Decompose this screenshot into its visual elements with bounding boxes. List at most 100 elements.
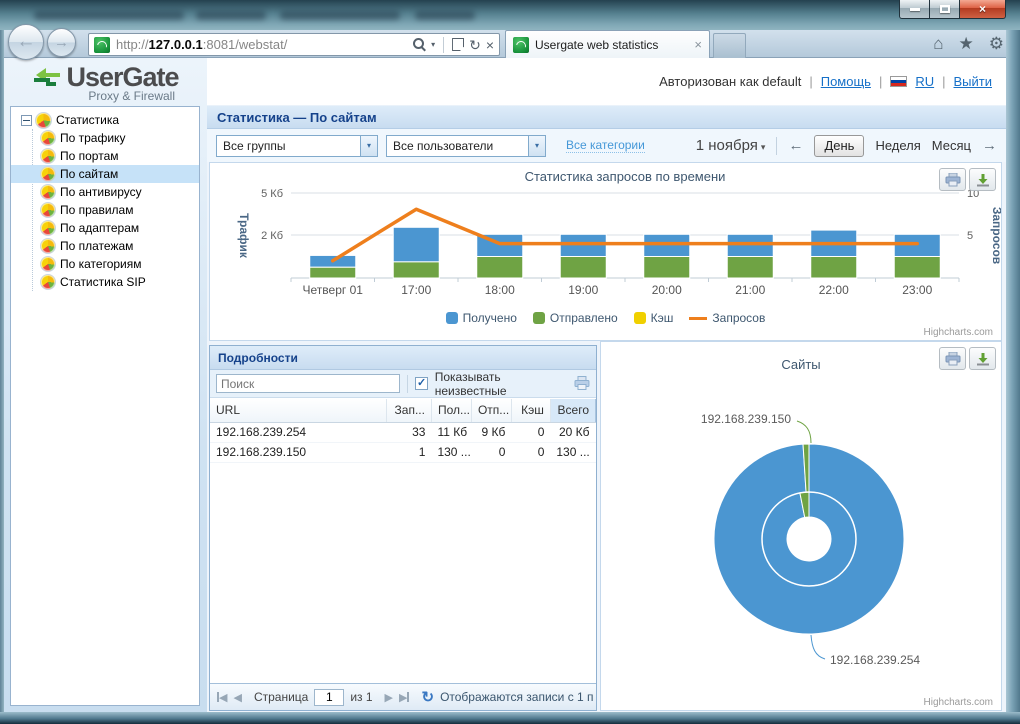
main-area: Авторизован как default | Помощь | RU | … <box>207 58 1006 712</box>
blurred-title-text <box>415 11 475 20</box>
window-titlebar: × <box>0 0 1020 30</box>
svg-text:21:00: 21:00 <box>735 283 765 297</box>
next-page-button[interactable]: ▶ <box>385 691 393 704</box>
sidebar-item-5[interactable]: По правилам <box>11 201 199 219</box>
prev-page-button[interactable]: ◀ <box>233 691 241 704</box>
legend-item[interactable]: Получено <box>446 311 517 325</box>
sites-pie-chart: 192.168.239.150 192.168.239.254 <box>601 342 1001 710</box>
table-row[interactable]: 192.168.239.1501130 ...00130 ... <box>210 442 596 462</box>
date-picker[interactable]: 1 ноября▾ <box>696 137 766 154</box>
value-cell: 1 <box>386 442 431 462</box>
next-period-button[interactable]: → <box>982 137 997 154</box>
sidebar-item-7[interactable]: По платежам <box>11 237 199 255</box>
pie-chart-icon <box>41 167 55 181</box>
tab-close-icon[interactable]: × <box>694 38 702 51</box>
sidebar-item-8[interactable]: По категориям <box>11 255 199 273</box>
chart-legend: Получено Отправлено Кэш Запросов <box>210 311 1001 325</box>
svg-text:5: 5 <box>967 230 973 242</box>
sidebar-item-9[interactable]: Статистика SIP <box>11 273 199 291</box>
column-header-2[interactable]: Зап... <box>386 399 431 422</box>
prev-period-button[interactable]: ← <box>788 137 803 154</box>
blurred-title-text <box>280 11 400 20</box>
maximize-button[interactable] <box>930 0 960 19</box>
legend-swatch <box>446 312 458 324</box>
svg-text:19:00: 19:00 <box>568 283 598 297</box>
refresh-icon[interactable]: ↻ <box>469 38 481 52</box>
tree-root-statistics[interactable]: Статистика <box>11 111 199 129</box>
forward-button[interactable]: → <box>47 28 76 57</box>
pie-chart-icon <box>41 239 55 253</box>
pie-chart-icon <box>41 221 55 235</box>
export-chart-button[interactable] <box>969 347 996 370</box>
back-button[interactable]: ← <box>8 24 44 60</box>
legend-label: Кэш <box>651 311 674 325</box>
first-page-button[interactable]: ◀ <box>217 691 227 704</box>
week-range-button[interactable]: Неделя <box>875 138 920 153</box>
sidebar-item-1[interactable]: По трафику <box>11 129 199 147</box>
close-window-button[interactable]: × <box>960 0 1006 19</box>
legend-item[interactable]: Отправлено <box>533 311 618 325</box>
legend-swatch <box>634 312 646 324</box>
search-icon[interactable] <box>413 38 426 51</box>
table-header-row[interactable]: URLЗап...Пол...Отп...КэшВсего <box>210 399 596 422</box>
legend-item[interactable]: Кэш <box>634 311 674 325</box>
search-caret-icon[interactable]: ▾ <box>431 40 435 49</box>
separator: | <box>942 74 945 89</box>
print-chart-button[interactable] <box>939 347 966 370</box>
browser-tab[interactable]: Usergate web statistics × <box>505 30 710 58</box>
printer-icon <box>945 173 961 187</box>
refresh-grid-icon[interactable]: ↻ <box>421 688 434 706</box>
column-header-5[interactable]: Кэш <box>511 399 550 422</box>
value-cell: 0 <box>471 442 511 462</box>
users-select[interactable]: Все пользователи ▾ <box>386 135 546 157</box>
day-range-button[interactable]: День <box>814 135 864 157</box>
tree: СтатистикаПо трафикуПо портамПо сайтамПо… <box>11 107 199 291</box>
minimize-button[interactable] <box>899 0 930 19</box>
groups-select[interactable]: Все группы ▾ <box>216 135 378 157</box>
new-tab-button[interactable] <box>713 33 746 58</box>
pie-label: 192.168.239.254 <box>830 653 920 667</box>
page-number-input[interactable] <box>314 689 344 706</box>
print-table-icon[interactable] <box>574 376 590 391</box>
print-chart-button[interactable] <box>939 168 966 191</box>
sidebar-item-2[interactable]: По портам <box>11 147 199 165</box>
help-link[interactable]: Помощь <box>821 74 871 89</box>
home-icon[interactable]: ⌂ <box>933 35 943 52</box>
value-cell: 20 Кб <box>550 422 595 442</box>
language-link[interactable]: RU <box>915 74 934 89</box>
categories-link[interactable]: Все категории <box>566 138 645 153</box>
pie-label: 192.168.239.150 <box>701 412 791 426</box>
sidebar-item-6[interactable]: По адаптерам <box>11 219 199 237</box>
window-border-left <box>0 30 4 724</box>
table-row[interactable]: 192.168.239.2543311 Кб9 Кб020 Кб <box>210 422 596 442</box>
compatibility-view-icon[interactable] <box>452 38 464 51</box>
sidebar-item-4[interactable]: По антивирусу <box>11 183 199 201</box>
blurred-title-text <box>196 11 266 20</box>
search-input[interactable] <box>216 374 400 393</box>
logout-link[interactable]: Выйти <box>954 74 993 89</box>
url-text[interactable]: http://127.0.0.1:8081/webstat/ <box>116 37 413 52</box>
maximize-icon <box>940 5 950 13</box>
settings-gear-icon[interactable]: ⚙ <box>989 35 1004 52</box>
value-cell: 0 <box>511 442 550 462</box>
column-header-6[interactable]: Всего <box>550 399 595 422</box>
month-range-button[interactable]: Месяц <box>932 138 971 153</box>
svg-text:17:00: 17:00 <box>401 283 431 297</box>
address-bar[interactable]: http://127.0.0.1:8081/webstat/ ▾ ↻ × <box>88 33 500 56</box>
chevron-down-icon[interactable]: ▾ <box>360 136 377 156</box>
chevron-down-icon[interactable]: ▾ <box>528 136 545 156</box>
pie-chart-icon <box>41 149 55 163</box>
legend-item[interactable]: Запросов <box>689 311 765 325</box>
favorites-star-icon[interactable]: ★ <box>959 35 974 52</box>
column-header-4[interactable]: Отп... <box>471 399 511 422</box>
column-header-1[interactable]: URL <box>210 399 386 422</box>
column-header-3[interactable]: Пол... <box>431 399 471 422</box>
sidebar-item-3[interactable]: По сайтам <box>11 165 199 183</box>
collapse-icon[interactable] <box>21 115 32 126</box>
last-page-button[interactable]: ▶ <box>399 691 409 704</box>
show-unknown-checkbox[interactable]: ✓ <box>415 377 427 390</box>
stop-icon[interactable]: × <box>486 38 494 52</box>
pie-chart-icon <box>41 275 55 289</box>
export-chart-button[interactable] <box>969 168 996 191</box>
svg-text:Трафик: Трафик <box>237 213 251 259</box>
